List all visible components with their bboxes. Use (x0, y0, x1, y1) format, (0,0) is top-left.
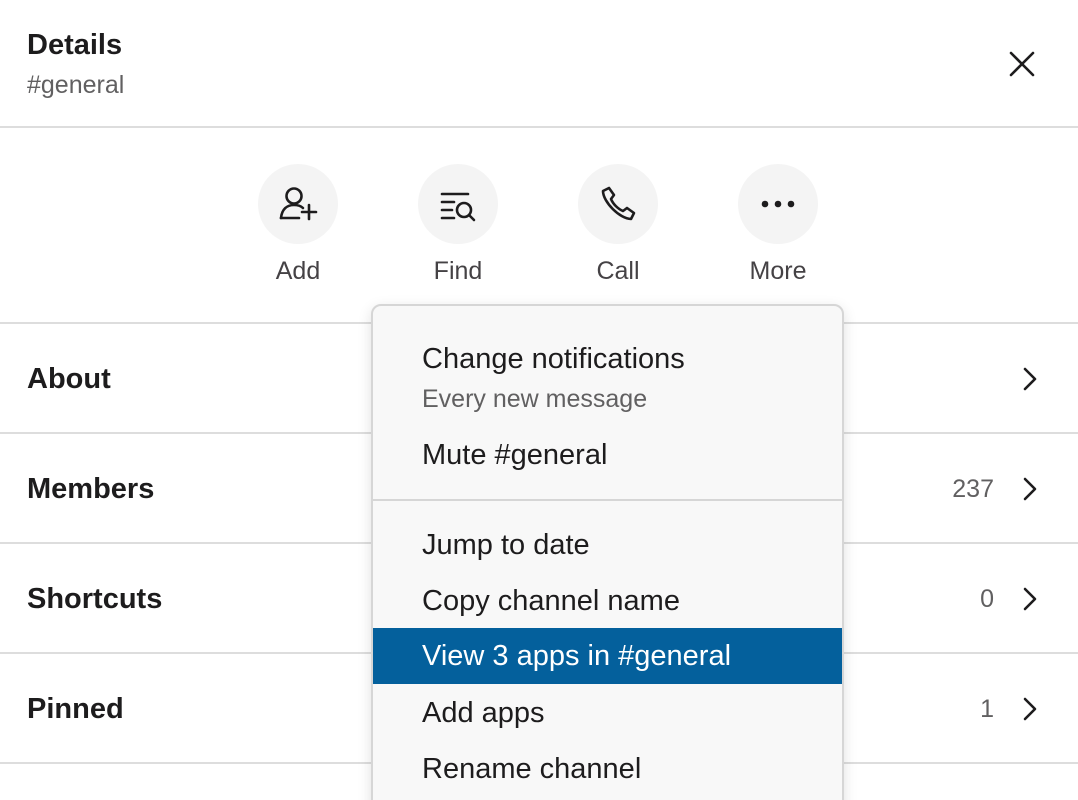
more-icon (761, 200, 795, 208)
more-button[interactable]: More (738, 164, 818, 286)
panel-title: Details (27, 29, 123, 61)
call-button[interactable]: Call (578, 164, 658, 286)
pinned-label: Pinned (27, 693, 124, 725)
notifications-setting-value: Every new message (422, 385, 648, 413)
details-header: Details #general (0, 0, 1078, 128)
call-label: Call (596, 257, 640, 285)
phone-icon (601, 186, 636, 221)
find-label: Find (433, 257, 483, 285)
about-label: About (27, 363, 111, 395)
channel-details-panel: Details #general Add Find Call More Abou… (0, 0, 1078, 800)
find-button-circle[interactable] (418, 164, 498, 244)
add-apps-item[interactable]: Add apps (373, 696, 842, 730)
chevron-right-icon (1018, 584, 1042, 614)
add-button[interactable]: Add (258, 164, 338, 286)
more-actions-menu: Change notifications Every new message M… (371, 304, 844, 800)
more-button-circle[interactable] (738, 164, 818, 244)
shortcuts-count: 0 (980, 585, 994, 613)
more-label: More (749, 257, 807, 285)
chevron-right-icon (1018, 694, 1042, 724)
pinned-count: 1 (980, 695, 994, 723)
close-button[interactable] (1000, 42, 1044, 86)
find-button[interactable]: Find (418, 164, 498, 286)
add-label: Add (275, 257, 321, 285)
channel-name: #general (27, 71, 125, 99)
chevron-right-icon (1018, 474, 1042, 504)
shortcuts-label: Shortcuts (27, 583, 163, 615)
rename-channel-item[interactable]: Rename channel (373, 752, 842, 786)
add-user-icon (279, 187, 318, 221)
call-button-circle[interactable] (578, 164, 658, 244)
add-button-circle[interactable] (258, 164, 338, 244)
copy-channel-name-item[interactable]: Copy channel name (373, 584, 842, 618)
find-icon (440, 192, 476, 222)
action-buttons: Add Find Call More (0, 128, 1078, 324)
jump-to-date-item[interactable]: Jump to date (373, 528, 842, 562)
mute-channel-item[interactable]: Mute #general (373, 438, 842, 472)
members-count: 237 (952, 475, 994, 503)
close-icon (1009, 51, 1035, 77)
change-notifications-item[interactable]: Change notifications (373, 342, 842, 376)
members-label: Members (27, 473, 155, 505)
menu-divider (373, 499, 842, 501)
view-apps-item[interactable]: View 3 apps in #general (373, 628, 842, 684)
chevron-right-icon (1018, 364, 1042, 394)
